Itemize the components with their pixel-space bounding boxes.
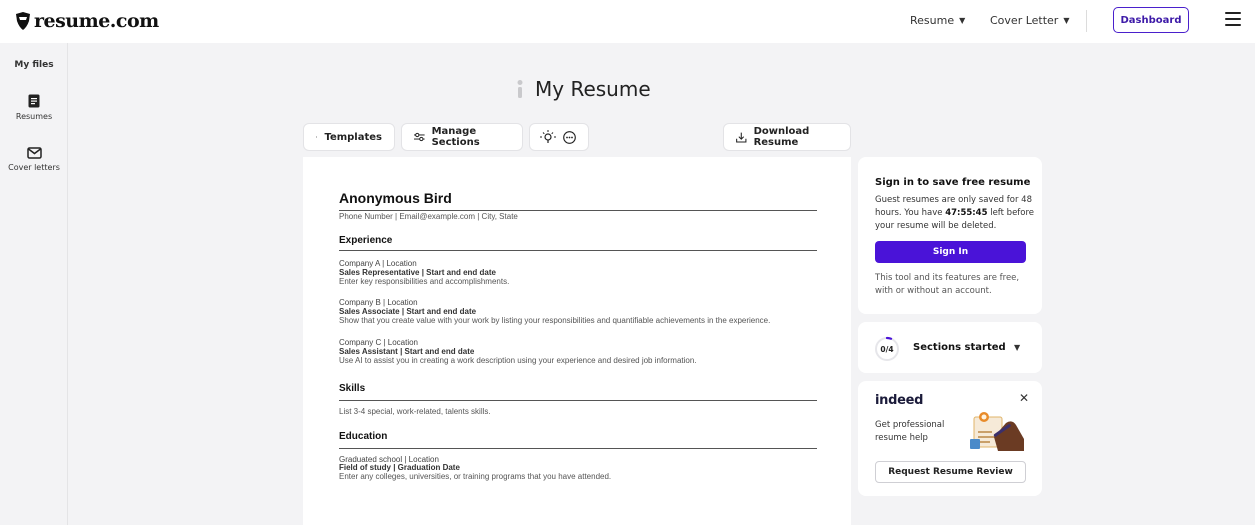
- envelope-icon: [0, 147, 68, 159]
- templates-button[interactable]: Templates: [303, 123, 395, 151]
- dashboard-button[interactable]: Dashboard: [1113, 7, 1189, 33]
- sign-in-button[interactable]: Sign In: [875, 241, 1026, 263]
- experience-role[interactable]: Sales Associate | Start and end date: [339, 307, 476, 316]
- skills-desc[interactable]: List 3-4 special, work-related, talents …: [339, 407, 491, 416]
- nav-resume-label: Resume: [910, 14, 955, 27]
- page-title-text: My Resume: [535, 77, 651, 101]
- logo-icon: [16, 12, 30, 30]
- lightbulb-icon[interactable]: [540, 130, 556, 144]
- nav-cover-letter-label: Cover Letter: [990, 14, 1059, 27]
- sections-started-title: Sections started: [913, 342, 1006, 353]
- indeed-text: Get professional resume help: [875, 420, 945, 443]
- sidebar-item-label: Cover letters: [8, 163, 60, 172]
- resume-preview[interactable]: Anonymous Bird Phone Number | Email@exam…: [303, 157, 851, 525]
- sidebar: My files Resumes Cover letters: [0, 43, 68, 525]
- experience-role[interactable]: Sales Representative | Start and end dat…: [339, 268, 496, 277]
- manage-sections-label: Manage Sections: [431, 126, 480, 148]
- download-resume-button[interactable]: Download Resume: [723, 123, 851, 151]
- grid-icon: [316, 136, 318, 138]
- more-options-icon[interactable]: [563, 130, 576, 144]
- section-title-education[interactable]: Education: [339, 431, 387, 442]
- chevron-down-icon: ▼: [959, 16, 966, 25]
- section-title-experience[interactable]: Experience: [339, 235, 392, 246]
- section-title-skills[interactable]: Skills: [339, 383, 365, 394]
- info-icon[interactable]: [515, 79, 525, 99]
- manage-sections-button[interactable]: Manage Sections: [401, 123, 523, 151]
- sidebar-title: My files: [14, 60, 54, 70]
- indeed-logo: indeed: [875, 393, 924, 408]
- signin-card: Sign in to save free resume Guest resume…: [858, 157, 1042, 314]
- templates-label: Templates: [324, 131, 382, 143]
- logo-text: resume.com: [34, 10, 159, 32]
- experience-desc[interactable]: Show that you create value with your wor…: [339, 316, 770, 325]
- education-field[interactable]: Field of study | Graduation Date: [339, 463, 460, 472]
- close-icon[interactable]: ✕: [1019, 391, 1029, 405]
- resume-review-illustration: [970, 412, 1024, 451]
- nav-cover-letter[interactable]: Cover Letter ▼: [990, 14, 1069, 27]
- sections-started-card[interactable]: 0/4 Sections started ▼: [858, 322, 1042, 373]
- experience-desc[interactable]: Use AI to assist you in creating a work …: [339, 356, 697, 365]
- experience-company[interactable]: Company A | Location: [339, 259, 417, 268]
- resume-name[interactable]: Anonymous Bird: [339, 190, 452, 206]
- progress-label: 0/4: [880, 344, 894, 354]
- nav-resume[interactable]: Resume ▼: [910, 14, 965, 27]
- menu-icon[interactable]: [1225, 12, 1241, 26]
- education-desc[interactable]: Enter any colleges, universities, or tra…: [339, 472, 611, 481]
- indeed-card: indeed ✕ Get professional resume help Re…: [858, 381, 1042, 496]
- signin-note: This tool and its features are free, wit…: [875, 273, 1020, 296]
- tools-button-group: [529, 123, 589, 151]
- divider: [339, 210, 817, 211]
- divider: [339, 250, 817, 251]
- experience-role[interactable]: Sales Assistant | Start and end date: [339, 347, 474, 356]
- page-title: My Resume: [515, 77, 651, 101]
- experience-company[interactable]: Company C | Location: [339, 338, 418, 347]
- sidebar-item-cover-letters[interactable]: Cover letters: [0, 147, 68, 172]
- experience-company[interactable]: Company B | Location: [339, 298, 418, 307]
- request-resume-review-button[interactable]: Request Resume Review: [875, 461, 1026, 483]
- chevron-down-icon: ▼: [1063, 16, 1070, 25]
- signin-title: Sign in to save free resume: [875, 177, 1031, 188]
- sliders-icon: [414, 132, 425, 142]
- countdown-timer: 47:55:45: [945, 208, 988, 218]
- resume-contact[interactable]: Phone Number | Email@example.com | City,…: [339, 212, 518, 221]
- nav-divider: [1086, 10, 1087, 32]
- logo[interactable]: resume.com: [14, 9, 159, 33]
- chevron-down-icon[interactable]: ▼: [1014, 343, 1020, 352]
- download-icon: [736, 132, 747, 142]
- sidebar-item-resumes[interactable]: Resumes: [0, 94, 68, 121]
- document-icon: [0, 94, 68, 108]
- sidebar-item-label: Resumes: [15, 112, 53, 121]
- experience-desc[interactable]: Enter key responsibilities and accomplis…: [339, 277, 509, 286]
- divider: [339, 448, 817, 449]
- signin-message: Guest resumes are only saved for 48 hour…: [875, 195, 1035, 231]
- download-label: Download Resume: [753, 126, 810, 148]
- top-bar: resume.com Resume ▼ Cover Letter ▼ Dashb…: [0, 0, 1255, 43]
- divider: [339, 400, 817, 401]
